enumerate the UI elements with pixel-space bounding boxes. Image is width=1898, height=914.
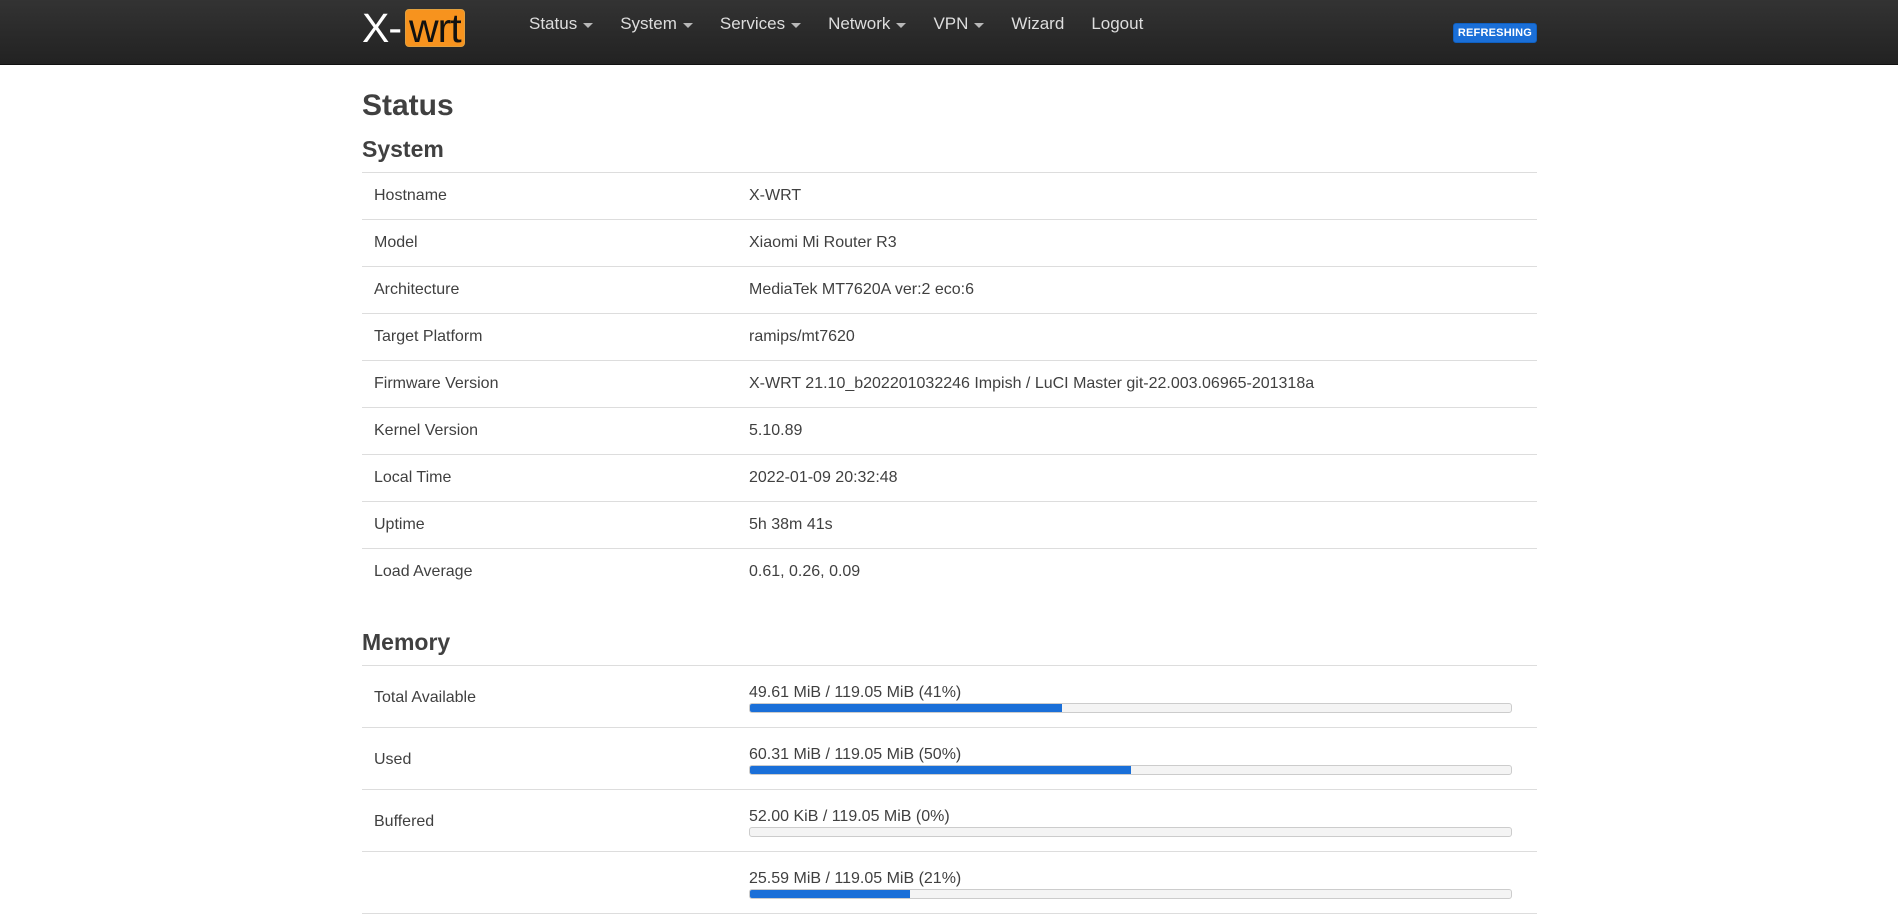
row-value: MediaTek MT7620A ver:2 eco:6 [749,266,1537,314]
progress-bar [749,702,1512,713]
navbar-inner: X-wrt Status System Services Network VPN… [362,0,1537,65]
memory-progress-cell: 49.61 MiB / 119.05 MiB (41%) [749,665,1537,728]
section-title-system: System [362,136,444,162]
row-value: 2022-01-09 20:32:48 [749,454,1537,502]
progress-bar-fill [750,889,910,898]
row-value: ramips/mt7620 [749,313,1537,361]
page-title: Status [362,89,454,122]
system-table: Hostname X-WRT Model Xiaomi Mi Router R3 A… [362,172,1537,596]
table-row: 25.59 MiB / 119.05 MiB (21%) [362,851,1537,914]
row-label: Total Available [362,665,749,728]
progress-bar [749,888,1512,899]
memory-progress-cell: 52.00 KiB / 119.05 MiB (0%) [749,789,1537,852]
refreshing-badge[interactable]: REFRESHING [1452,23,1537,43]
caret-down-icon [682,22,693,28]
row-label: Target Platform [362,313,749,361]
row-value: X-WRT [749,172,1537,220]
caret-down-icon [896,22,907,28]
row-label: Hostname [362,172,749,220]
table-row: Buffered 52.00 KiB / 119.05 MiB (0%) [362,789,1537,852]
table-row: Firmware Version X-WRT 21.10_b20220103224… [362,360,1537,408]
brand-logo-box: wrt [405,8,465,49]
menu-system[interactable]: System [620,14,693,34]
menu-logout[interactable]: Logout [1091,14,1143,34]
progress-bar [749,764,1512,775]
table-row: Kernel Version 5.10.89 [362,407,1537,455]
row-label: Firmware Version [362,360,749,408]
caret-down-icon [583,22,594,28]
table-row: Uptime 5h 38m 41s [362,501,1537,549]
progress-bar [749,826,1512,837]
menu-label: Services [719,14,786,33]
memory-progress-cell: 25.59 MiB / 119.05 MiB (21%) [749,851,1537,914]
brand-logo[interactable]: X-wrt [362,5,465,51]
row-label: Local Time [362,454,749,502]
row-value: X-WRT 21.10_b202201032246 Impish / LuCI … [749,360,1537,408]
progress-text: 60.31 MiB / 119.05 MiB (50%) [749,745,962,763]
row-value: 5.10.89 [749,407,1537,455]
caret-down-icon [974,22,985,28]
table-row: Used 60.31 MiB / 119.05 MiB (50%) [362,727,1537,790]
row-label [362,851,749,914]
main-menu: Status System Services Network VPN Wizar… [529,14,1170,34]
row-value: 0.61, 0.26, 0.09 [749,563,861,581]
memory-progress-cell: 60.31 MiB / 119.05 MiB (50%) [749,727,1537,790]
menu-label: Status [529,14,578,33]
progress-text: 52.00 KiB / 119.05 MiB (0%) [749,807,950,825]
menu-vpn[interactable]: VPN [933,14,985,34]
table-row: Total Available 49.61 MiB / 119.05 MiB (… [362,665,1537,728]
menu-status[interactable]: Status [529,14,594,34]
main-content: Status System Hostname X-WRT Model Xiaomi … [362,65,1537,914]
row-label: Architecture [362,266,749,314]
menu-wizard[interactable]: Wizard [1011,14,1064,34]
menu-label: VPN [933,14,969,33]
menu-label: Network [828,14,891,33]
progress-text: 49.61 MiB / 119.05 MiB (41%) [749,683,962,701]
row-label: Model [362,219,749,267]
row-label: Kernel Version [362,407,749,455]
brand-logo-text: X- [362,5,402,51]
row-label: Uptime [362,501,749,549]
menu-network[interactable]: Network [828,14,907,34]
memory-table: Total Available 49.61 MiB / 119.05 MiB (… [362,664,1537,914]
menu-label: System [620,14,677,33]
navbar: X-wrt Status System Services Network VPN… [0,0,1898,65]
row-label: Buffered [362,789,749,852]
caret-down-icon [791,22,802,28]
progress-text: 25.59 MiB / 119.05 MiB (21%) [749,869,962,887]
row-label: Load Average [374,563,473,581]
table-row: Model Xiaomi Mi Router R3 [362,219,1537,267]
menu-label: Logout [1091,14,1144,33]
table-row: Local Time 2022-01-09 20:32:48 [362,454,1537,502]
menu-label: Wizard [1011,14,1065,33]
progress-bar-fill [750,703,1062,712]
row-value: Xiaomi Mi Router R3 [749,219,1537,267]
table-row: Architecture MediaTek MT7620A ver:2 eco:6 [362,266,1537,314]
row-value: 5h 38m 41s [749,501,1537,549]
table-row: Load Average 0.61, 0.26, 0.09 [362,549,1537,596]
section-title-memory: Memory [362,628,451,655]
progress-bar-fill [750,765,1131,774]
table-row: Target Platform ramips/mt7620 [362,313,1537,361]
menu-services[interactable]: Services [719,14,802,34]
row-label: Used [362,727,749,790]
table-row: Hostname X-WRT [362,172,1537,220]
